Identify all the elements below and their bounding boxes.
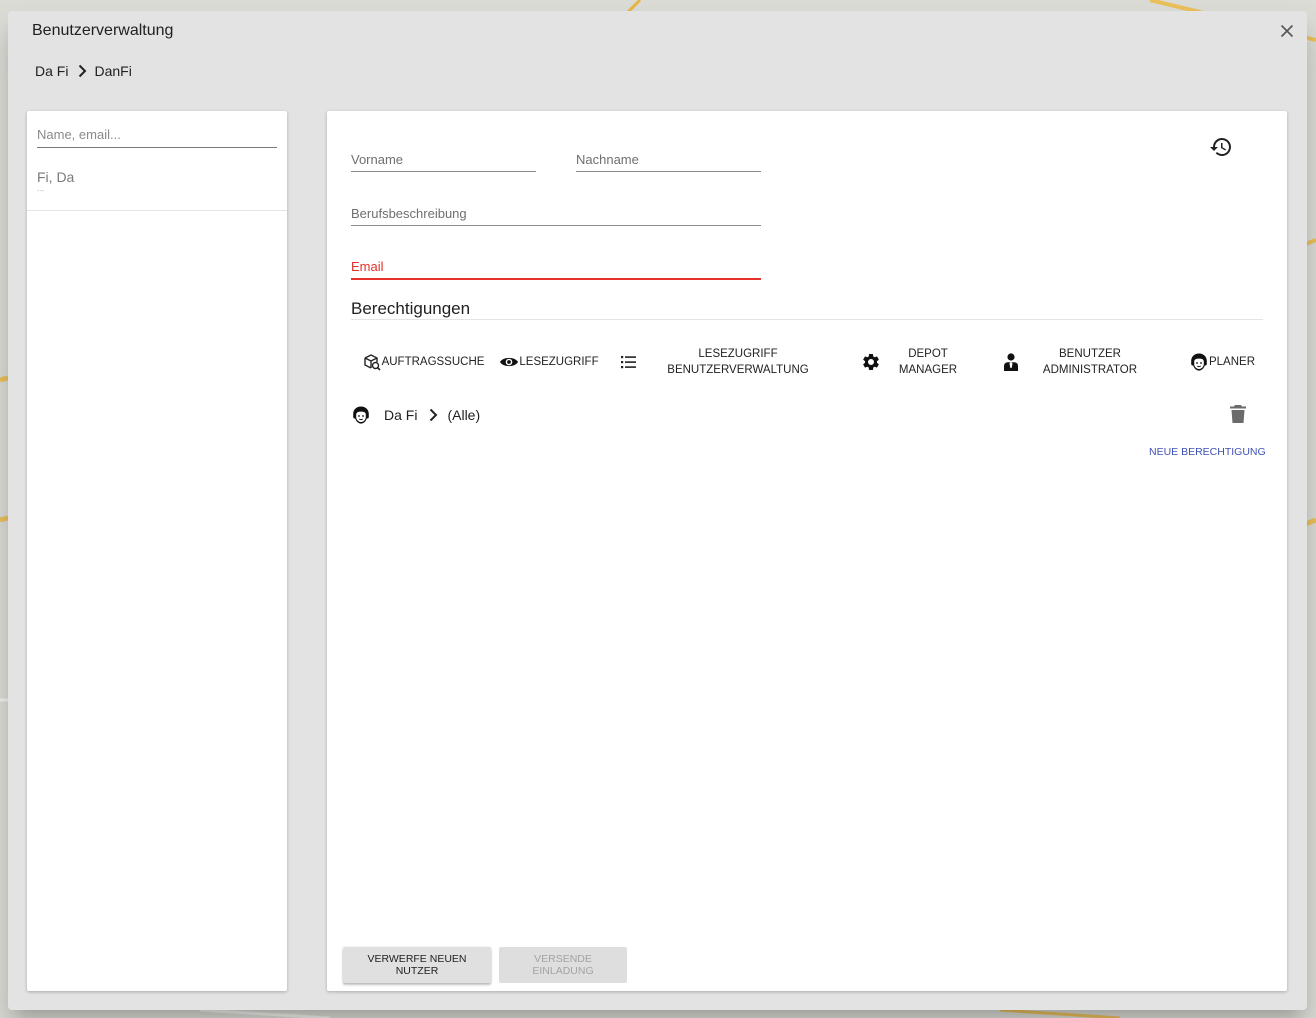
perm-type-label: PLANER (1208, 356, 1256, 368)
perm-type-label: LESEZUGRIFF (519, 356, 599, 368)
send-invitation-button[interactable]: VERSENDE EINLADUNG (499, 947, 627, 983)
close-icon (1280, 24, 1294, 38)
perm-type-lesezugriff-benutzerverwaltung[interactable]: LESEZUGRIFF BENUTZERVERWALTUNG (619, 345, 809, 379)
section-divider (351, 319, 1263, 320)
perm-type-planer[interactable]: PLANER (1182, 351, 1262, 373)
vorname-field (351, 147, 536, 172)
berufsbeschreibung-field (351, 201, 761, 226)
trash-icon (1230, 405, 1246, 423)
user-tie-icon (1001, 352, 1021, 372)
user-search-input[interactable] (37, 121, 277, 148)
discard-new-user-button[interactable]: VERWERFE NEUEN NUTZER (343, 947, 491, 983)
new-permission-button[interactable]: NEUE BERECHTIGUNG (1149, 446, 1266, 458)
breadcrumb-item[interactable]: DanFi (94, 63, 131, 79)
perm-type-benutzer-administrator[interactable]: BENUTZER ADMINISTRATOR (999, 345, 1139, 379)
breadcrumb-item[interactable]: Da Fi (35, 63, 68, 79)
permissions-title: Berechtigungen (351, 299, 471, 318)
history-button[interactable] (1209, 135, 1233, 159)
perm-type-auftragssuche[interactable]: AUFTRAGSSUCHE (362, 351, 485, 373)
permission-org: Da Fi (384, 407, 418, 423)
dialog-title: Benutzerverwaltung (32, 22, 174, 39)
perm-type-label: AUFTRAGSSUCHE (381, 356, 485, 368)
close-button[interactable] (1279, 23, 1295, 39)
user-list-panel: Fi, Da --- (27, 111, 287, 991)
user-list-item[interactable]: Fi, Da --- (27, 157, 287, 211)
user-detail-panel: Berechtigungen AUFTRAGSSUCHE LE (327, 111, 1287, 991)
user-list-item-name: Fi, Da (37, 169, 75, 185)
permission-entry: Da Fi (Alle) (351, 403, 1251, 427)
perm-type-label: LESEZUGRIFF BENUTZERVERWALTUNG (667, 348, 809, 376)
list-icon (619, 352, 639, 372)
chevron-right-icon (425, 407, 441, 423)
chevron-right-icon (74, 63, 90, 79)
face-agent-icon (1189, 352, 1209, 372)
breadcrumb: Da Fi DanFi (35, 63, 132, 79)
perm-type-lesezugriff[interactable]: LESEZUGRIFF (499, 351, 599, 373)
cube-search-icon (362, 352, 382, 372)
eye-icon (499, 352, 519, 372)
user-management-dialog: Benutzerverwaltung Da Fi DanFi Fi, Da --… (8, 11, 1307, 1010)
perm-type-depot-manager[interactable]: DEPOT MANAGER (859, 345, 959, 379)
berufsbeschreibung-input[interactable] (351, 201, 761, 226)
permission-scope: (Alle) (447, 407, 481, 423)
perm-type-label: BENUTZER ADMINISTRATOR (1042, 348, 1138, 376)
email-field (351, 254, 761, 280)
perm-type-label: DEPOT MANAGER (898, 348, 958, 376)
delete-permission-button[interactable] (1229, 404, 1247, 424)
nachname-input[interactable] (576, 147, 761, 172)
gear-icon (861, 352, 881, 372)
face-agent-icon (351, 405, 371, 425)
nachname-field (576, 147, 761, 172)
history-icon (1210, 138, 1231, 156)
email-input[interactable] (351, 254, 761, 280)
user-list-item-subtitle: --- (37, 188, 44, 195)
vorname-input[interactable] (351, 147, 536, 172)
